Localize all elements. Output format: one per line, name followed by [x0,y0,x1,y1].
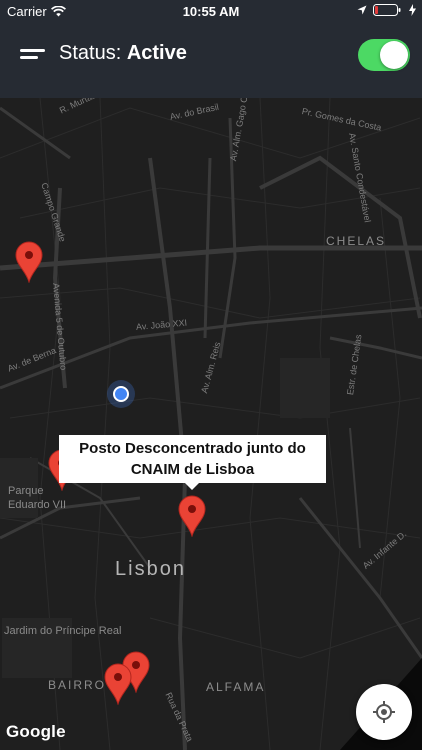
user-location-marker [107,380,135,408]
user-location-dot [113,386,129,402]
status-right [357,4,416,16]
district-label-bairro: BAIRRO [48,678,107,692]
menu-button[interactable] [20,46,46,66]
marker-callout[interactable]: Posto Desconcentrado junto do CNAIM de L… [59,435,326,490]
google-logo: Google [6,722,66,741]
city-label: Lisbon [115,558,186,580]
map-pin[interactable] [15,241,43,283]
crosshair-icon [373,701,395,723]
pin-icon [15,241,43,283]
location-arrow-icon [357,5,367,15]
charging-bolt-icon [409,4,416,16]
menu-line [20,56,38,59]
pin-icon [104,663,132,705]
district-label-chelas: CHELAS [326,234,387,248]
district-label-alfama: ALFAMA [206,680,266,694]
my-location-button[interactable] [356,684,412,740]
map-pin-selected[interactable] [178,495,206,537]
app-header: Status: Active [0,24,422,98]
status-bar: Carrier 10:55 AM [0,0,422,24]
park-label-jardim-do-principe-real: Jardim do Príncipe Real [4,625,122,637]
pin-icon [178,495,206,537]
status-value: Active [126,42,187,64]
toggle-knob [380,41,408,69]
status-title: Status: Active [59,42,187,65]
map-view[interactable]: R. Murtas Av. do Brasil Pr. Gomes da Cos… [0,98,422,750]
battery-icon [373,4,401,16]
park-label-eduardo-vii: Eduardo VII [8,499,67,511]
status-toggle[interactable] [358,39,410,71]
status-title-prefix: Status: [59,42,122,64]
map-pin[interactable] [104,663,132,705]
menu-line [20,49,45,52]
park-label-parque: Parque [8,485,44,497]
